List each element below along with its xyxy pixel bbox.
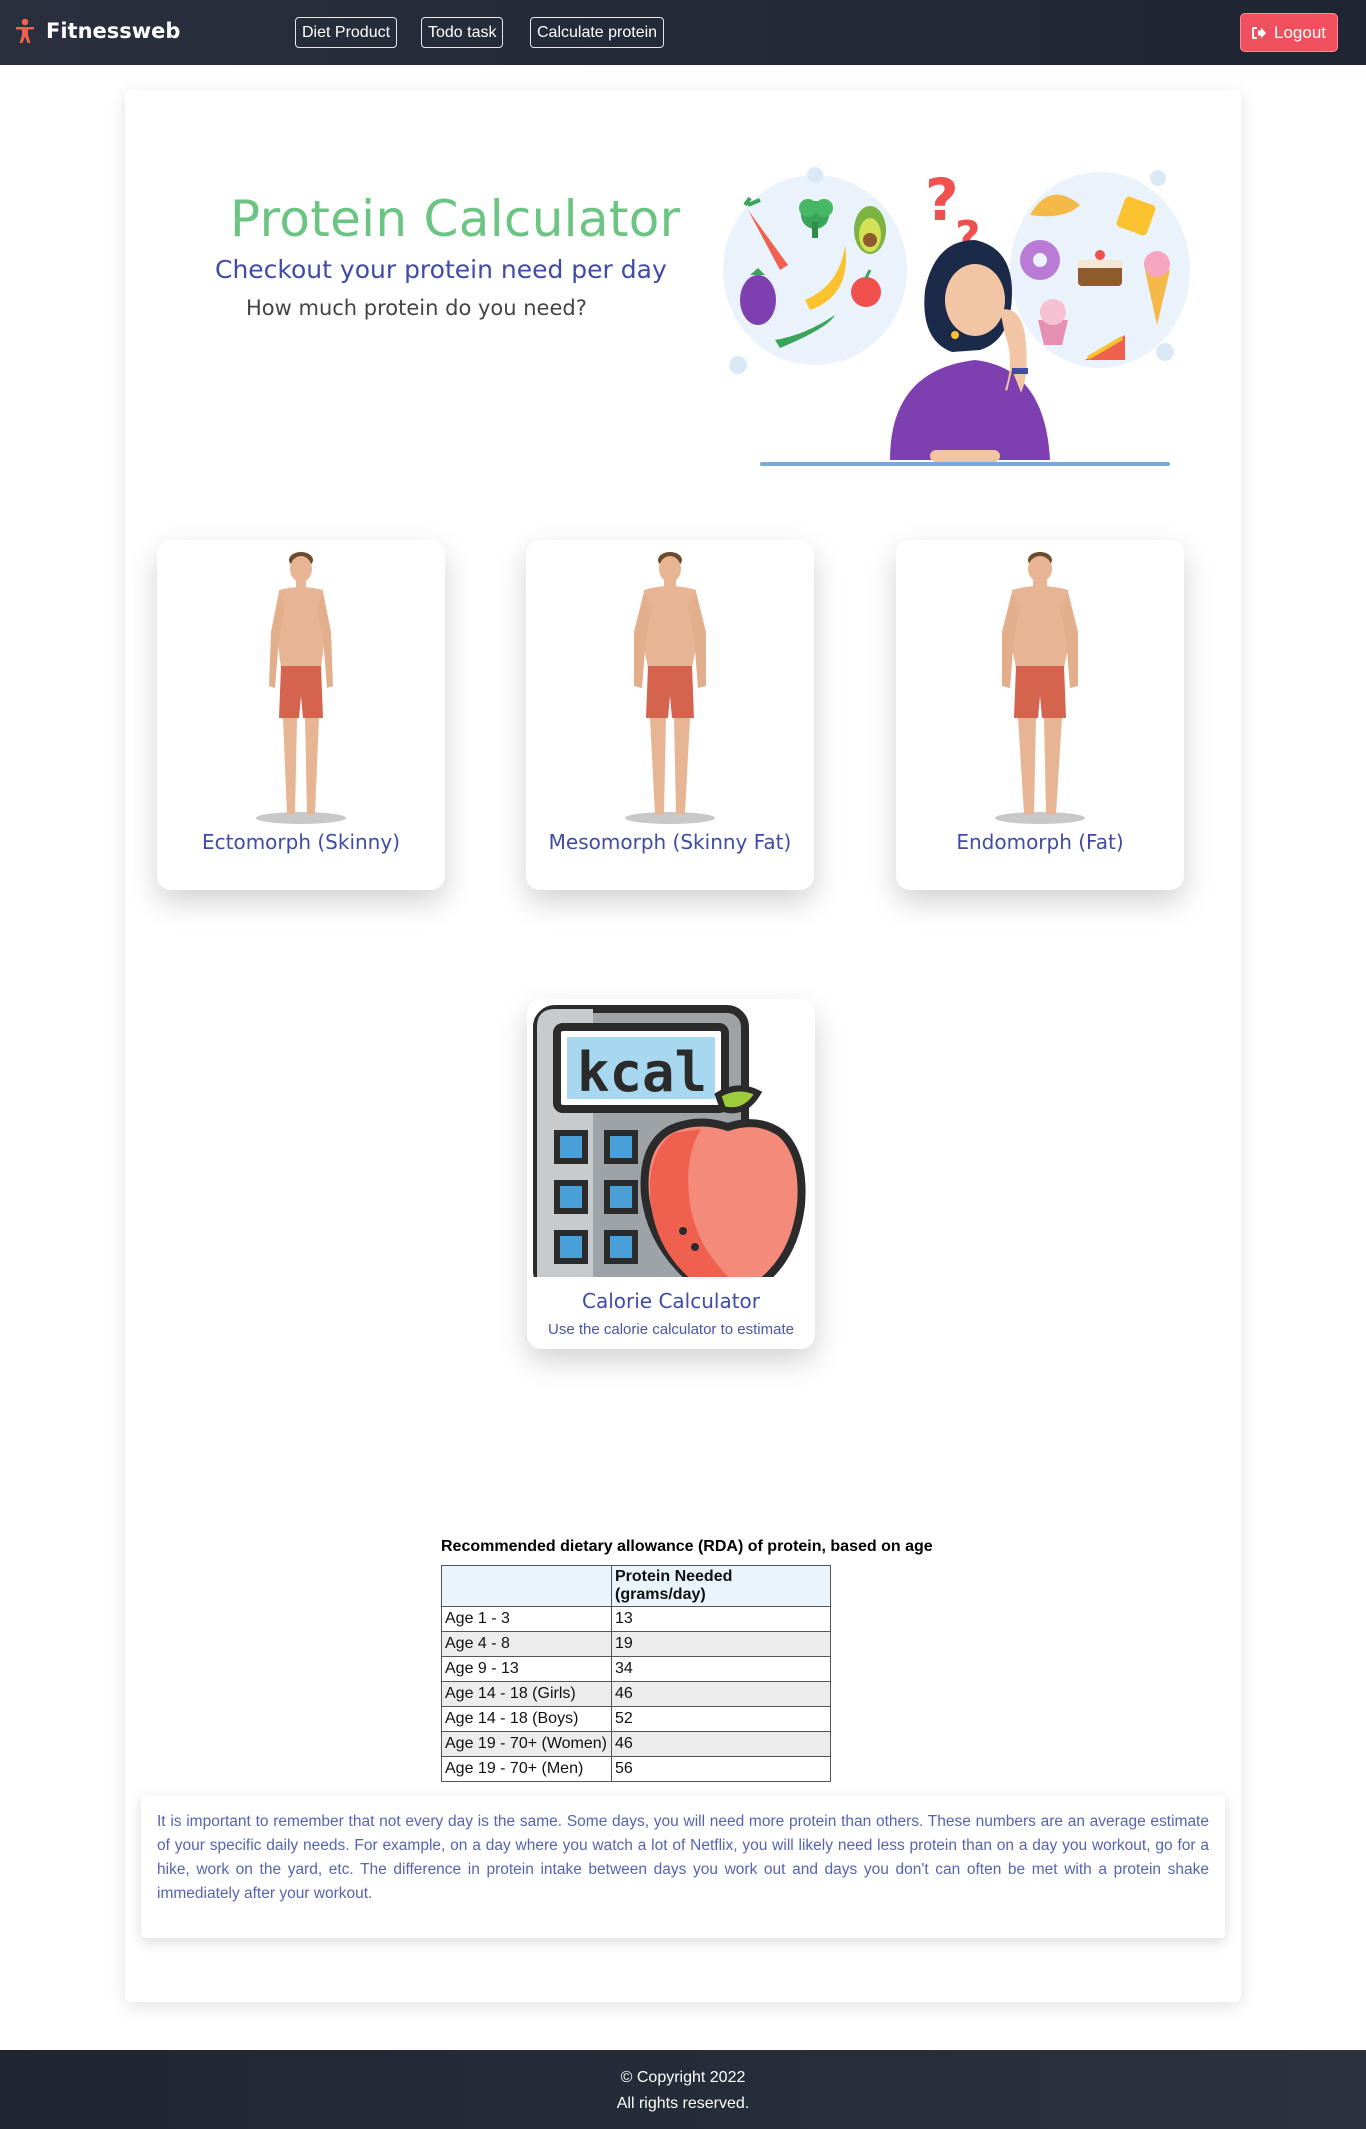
table-row: Age 19 - 70+ (Women) 46 — [441, 1731, 831, 1757]
ectomorph-body-image — [256, 552, 346, 824]
table-row: Age 4 - 8 19 — [441, 1631, 831, 1657]
calorie-calculator-title: Calorie Calculator — [581, 1289, 761, 1313]
logout-button[interactable]: Logout — [1240, 13, 1338, 52]
page-question: How much protein do you need? — [246, 296, 587, 320]
page-subtitle: Checkout your protein need per day — [215, 255, 667, 284]
table-cell-age: Age 14 - 18 (Girls) — [441, 1681, 612, 1707]
endomorph-body-image — [995, 552, 1085, 824]
table-cell-protein: 34 — [611, 1656, 831, 1682]
ectomorph-label: Ectomorph (Skinny) — [201, 830, 400, 854]
person-icon — [16, 18, 34, 43]
nav-calculate-protein[interactable]: Calculate protein — [530, 17, 665, 48]
calorie-calculator-icon: kcal — [533, 1005, 806, 1277]
table-cell-age: Age 19 - 70+ (Men) — [441, 1756, 612, 1782]
sign-out-icon — [1252, 26, 1266, 39]
brand-name: Fitnessweb — [46, 19, 181, 43]
table-cell-protein: 13 — [611, 1606, 831, 1632]
table-cell-protein: 52 — [611, 1706, 831, 1732]
rda-table-caption: Recommended dietary allowance (RDA) of p… — [441, 1538, 933, 1555]
mesomorph-card[interactable]: Mesomorph (Skinny Fat) — [526, 540, 814, 890]
mesomorph-label: Mesomorph (Skinny Fat) — [548, 830, 792, 854]
table-cell-protein: 56 — [611, 1756, 831, 1782]
page-title: Protein Calculator — [230, 190, 681, 248]
table-cell-age: Age 19 - 70+ (Women) — [441, 1731, 612, 1757]
table-row: Age 1 - 3 13 — [441, 1606, 831, 1632]
table-cell-age: Age 14 - 18 (Boys) — [441, 1706, 612, 1732]
table-cell-protein: 46 — [611, 1731, 831, 1757]
navbar: Fitnessweb Diet Product Todo task Calcul… — [0, 0, 1366, 65]
table-row: Age 14 - 18 (Boys) 52 — [441, 1706, 831, 1732]
footer: © Copyright 2022 All rights reserved. — [0, 2050, 1366, 2129]
nav-todo-task[interactable]: Todo task — [421, 17, 504, 48]
table-header-cell: Protein Needed (grams/day) — [611, 1565, 831, 1607]
table-row: Age 9 - 13 34 — [441, 1656, 831, 1682]
logout-label: Logout — [1274, 22, 1326, 42]
table-cell-age: Age 1 - 3 — [441, 1606, 612, 1632]
brand[interactable]: Fitnessweb — [14, 18, 180, 44]
nav-diet-product[interactable]: Diet Product — [295, 17, 398, 48]
footer-copyright: © Copyright 2022 — [620, 2069, 746, 2086]
table-header-cell — [441, 1565, 612, 1607]
calorie-calculator-description: Use the calorie calculator to estimate — [548, 1321, 794, 1338]
protein-note: It is important to remember that not eve… — [141, 1795, 1225, 1938]
calorie-calculator-card[interactable]: kcal Calorie Calculator Use the calorie … — [527, 999, 815, 1349]
table-row: Age 19 - 70+ (Men) 56 — [441, 1756, 831, 1782]
footer-rights: All rights reserved. — [616, 2095, 750, 2112]
rda-table: Protein Needed (grams/day) Age 1 - 3 13 … — [441, 1565, 831, 1782]
svg-text:?: ? — [925, 166, 959, 234]
table-cell-protein: 19 — [611, 1631, 831, 1657]
endomorph-label: Endomorph (Fat) — [956, 830, 1124, 854]
endomorph-card[interactable]: Endomorph (Fat) — [896, 540, 1184, 890]
mesomorph-body-image — [625, 552, 715, 824]
table-header-row: Protein Needed (grams/day) — [441, 1565, 831, 1607]
table-cell-protein: 46 — [611, 1681, 831, 1707]
calculator-screen-text: kcal — [577, 1041, 707, 1104]
woman-thinking-food-illustration: ? ? — [723, 166, 1190, 466]
table-row: Age 14 - 18 (Girls) 46 — [441, 1681, 831, 1707]
ectomorph-card[interactable]: Ectomorph (Skinny) — [157, 540, 445, 890]
table-cell-age: Age 9 - 13 — [441, 1656, 612, 1682]
table-cell-age: Age 4 - 8 — [441, 1631, 612, 1657]
